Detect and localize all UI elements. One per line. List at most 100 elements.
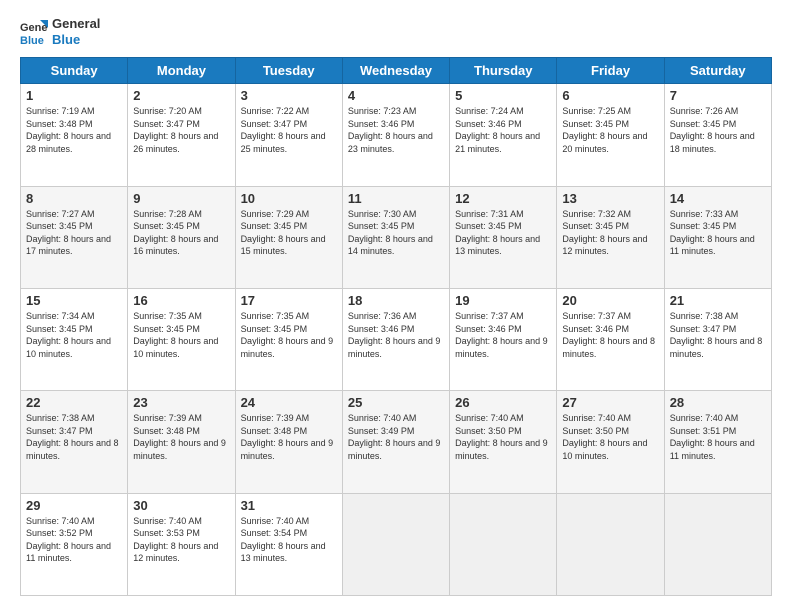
calendar-cell: 24 Sunrise: 7:39 AM Sunset: 3:48 PM Dayl… xyxy=(235,391,342,493)
daylight-label: Daylight: 8 hours and 8 minutes. xyxy=(670,336,763,359)
sunrise-label: Sunrise: 7:40 AM xyxy=(562,413,631,423)
day-info: Sunrise: 7:40 AM Sunset: 3:52 PM Dayligh… xyxy=(26,515,122,565)
sunset-label: Sunset: 3:45 PM xyxy=(348,221,415,231)
day-number: 27 xyxy=(562,395,658,410)
sunset-label: Sunset: 3:53 PM xyxy=(133,528,200,538)
calendar-cell: 31 Sunrise: 7:40 AM Sunset: 3:54 PM Dayl… xyxy=(235,493,342,595)
daylight-label: Daylight: 8 hours and 15 minutes. xyxy=(241,234,326,257)
day-info: Sunrise: 7:38 AM Sunset: 3:47 PM Dayligh… xyxy=(26,412,122,462)
day-number: 8 xyxy=(26,191,122,206)
sunset-label: Sunset: 3:47 PM xyxy=(133,119,200,129)
day-info: Sunrise: 7:40 AM Sunset: 3:50 PM Dayligh… xyxy=(455,412,551,462)
day-number: 24 xyxy=(241,395,337,410)
sunrise-label: Sunrise: 7:31 AM xyxy=(455,209,524,219)
sunrise-label: Sunrise: 7:30 AM xyxy=(348,209,417,219)
calendar-table: SundayMondayTuesdayWednesdayThursdayFrid… xyxy=(20,57,772,596)
daylight-label: Daylight: 8 hours and 20 minutes. xyxy=(562,131,647,154)
calendar-cell: 22 Sunrise: 7:38 AM Sunset: 3:47 PM Dayl… xyxy=(21,391,128,493)
calendar-cell: 2 Sunrise: 7:20 AM Sunset: 3:47 PM Dayli… xyxy=(128,84,235,186)
sunset-label: Sunset: 3:46 PM xyxy=(455,324,522,334)
sunrise-label: Sunrise: 7:25 AM xyxy=(562,106,631,116)
calendar-cell: 17 Sunrise: 7:35 AM Sunset: 3:45 PM Dayl… xyxy=(235,288,342,390)
day-number: 25 xyxy=(348,395,444,410)
calendar-cell: 30 Sunrise: 7:40 AM Sunset: 3:53 PM Dayl… xyxy=(128,493,235,595)
sunrise-label: Sunrise: 7:22 AM xyxy=(241,106,310,116)
sunset-label: Sunset: 3:48 PM xyxy=(241,426,308,436)
day-info: Sunrise: 7:33 AM Sunset: 3:45 PM Dayligh… xyxy=(670,208,766,258)
day-number: 9 xyxy=(133,191,229,206)
day-info: Sunrise: 7:37 AM Sunset: 3:46 PM Dayligh… xyxy=(562,310,658,360)
logo: General Blue General Blue xyxy=(20,16,100,47)
sunset-label: Sunset: 3:48 PM xyxy=(26,119,93,129)
calendar-cell xyxy=(664,493,771,595)
sunrise-label: Sunrise: 7:24 AM xyxy=(455,106,524,116)
daylight-label: Daylight: 8 hours and 26 minutes. xyxy=(133,131,218,154)
daylight-label: Daylight: 8 hours and 10 minutes. xyxy=(26,336,111,359)
sunset-label: Sunset: 3:50 PM xyxy=(562,426,629,436)
calendar-cell: 21 Sunrise: 7:38 AM Sunset: 3:47 PM Dayl… xyxy=(664,288,771,390)
day-number: 12 xyxy=(455,191,551,206)
sunrise-label: Sunrise: 7:40 AM xyxy=(133,516,202,526)
day-info: Sunrise: 7:23 AM Sunset: 3:46 PM Dayligh… xyxy=(348,105,444,155)
sunset-label: Sunset: 3:47 PM xyxy=(241,119,308,129)
day-info: Sunrise: 7:40 AM Sunset: 3:51 PM Dayligh… xyxy=(670,412,766,462)
daylight-label: Daylight: 8 hours and 17 minutes. xyxy=(26,234,111,257)
sunrise-label: Sunrise: 7:20 AM xyxy=(133,106,202,116)
day-number: 23 xyxy=(133,395,229,410)
sunset-label: Sunset: 3:45 PM xyxy=(670,221,737,231)
calendar-cell: 13 Sunrise: 7:32 AM Sunset: 3:45 PM Dayl… xyxy=(557,186,664,288)
day-number: 18 xyxy=(348,293,444,308)
day-number: 20 xyxy=(562,293,658,308)
calendar-cell: 3 Sunrise: 7:22 AM Sunset: 3:47 PM Dayli… xyxy=(235,84,342,186)
calendar-cell: 9 Sunrise: 7:28 AM Sunset: 3:45 PM Dayli… xyxy=(128,186,235,288)
sunset-label: Sunset: 3:54 PM xyxy=(241,528,308,538)
sunrise-label: Sunrise: 7:33 AM xyxy=(670,209,739,219)
daylight-label: Daylight: 8 hours and 10 minutes. xyxy=(133,336,218,359)
day-info: Sunrise: 7:38 AM Sunset: 3:47 PM Dayligh… xyxy=(670,310,766,360)
day-number: 22 xyxy=(26,395,122,410)
daylight-label: Daylight: 8 hours and 11 minutes. xyxy=(670,234,755,257)
sunset-label: Sunset: 3:51 PM xyxy=(670,426,737,436)
calendar-cell: 5 Sunrise: 7:24 AM Sunset: 3:46 PM Dayli… xyxy=(450,84,557,186)
sunset-label: Sunset: 3:50 PM xyxy=(455,426,522,436)
calendar-cell: 23 Sunrise: 7:39 AM Sunset: 3:48 PM Dayl… xyxy=(128,391,235,493)
daylight-label: Daylight: 8 hours and 18 minutes. xyxy=(670,131,755,154)
day-number: 19 xyxy=(455,293,551,308)
col-header-friday: Friday xyxy=(557,58,664,84)
sunrise-label: Sunrise: 7:39 AM xyxy=(133,413,202,423)
sunset-label: Sunset: 3:46 PM xyxy=(562,324,629,334)
sunrise-label: Sunrise: 7:40 AM xyxy=(670,413,739,423)
day-number: 31 xyxy=(241,498,337,513)
day-info: Sunrise: 7:39 AM Sunset: 3:48 PM Dayligh… xyxy=(133,412,229,462)
calendar-week-4: 22 Sunrise: 7:38 AM Sunset: 3:47 PM Dayl… xyxy=(21,391,772,493)
sunset-label: Sunset: 3:52 PM xyxy=(26,528,93,538)
sunset-label: Sunset: 3:46 PM xyxy=(348,324,415,334)
sunset-label: Sunset: 3:47 PM xyxy=(26,426,93,436)
calendar-cell: 10 Sunrise: 7:29 AM Sunset: 3:45 PM Dayl… xyxy=(235,186,342,288)
calendar-cell: 27 Sunrise: 7:40 AM Sunset: 3:50 PM Dayl… xyxy=(557,391,664,493)
sunset-label: Sunset: 3:46 PM xyxy=(455,119,522,129)
daylight-label: Daylight: 8 hours and 10 minutes. xyxy=(562,438,647,461)
calendar-cell: 20 Sunrise: 7:37 AM Sunset: 3:46 PM Dayl… xyxy=(557,288,664,390)
sunset-label: Sunset: 3:45 PM xyxy=(562,119,629,129)
day-info: Sunrise: 7:37 AM Sunset: 3:46 PM Dayligh… xyxy=(455,310,551,360)
calendar-cell: 19 Sunrise: 7:37 AM Sunset: 3:46 PM Dayl… xyxy=(450,288,557,390)
daylight-label: Daylight: 8 hours and 25 minutes. xyxy=(241,131,326,154)
col-header-sunday: Sunday xyxy=(21,58,128,84)
sunset-label: Sunset: 3:45 PM xyxy=(670,119,737,129)
sunrise-label: Sunrise: 7:40 AM xyxy=(455,413,524,423)
day-info: Sunrise: 7:19 AM Sunset: 3:48 PM Dayligh… xyxy=(26,105,122,155)
calendar-cell xyxy=(450,493,557,595)
calendar-cell xyxy=(342,493,449,595)
day-number: 16 xyxy=(133,293,229,308)
sunrise-label: Sunrise: 7:40 AM xyxy=(26,516,95,526)
calendar-cell: 11 Sunrise: 7:30 AM Sunset: 3:45 PM Dayl… xyxy=(342,186,449,288)
sunset-label: Sunset: 3:45 PM xyxy=(26,221,93,231)
day-info: Sunrise: 7:40 AM Sunset: 3:54 PM Dayligh… xyxy=(241,515,337,565)
sunrise-label: Sunrise: 7:40 AM xyxy=(348,413,417,423)
day-number: 30 xyxy=(133,498,229,513)
col-header-thursday: Thursday xyxy=(450,58,557,84)
calendar-cell: 1 Sunrise: 7:19 AM Sunset: 3:48 PM Dayli… xyxy=(21,84,128,186)
day-number: 4 xyxy=(348,88,444,103)
sunrise-label: Sunrise: 7:27 AM xyxy=(26,209,95,219)
